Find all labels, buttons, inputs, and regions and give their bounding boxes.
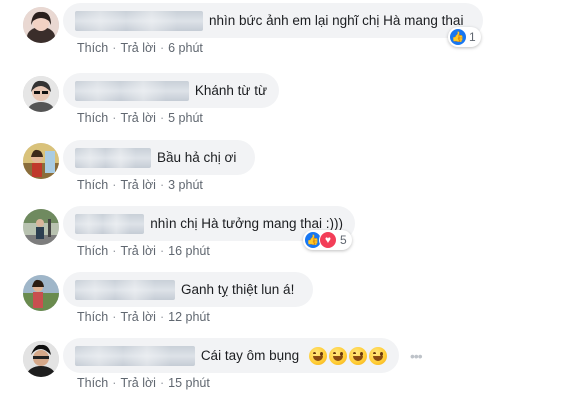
comment-actions: Thích · Trả lời · 5 phút: [77, 111, 203, 125]
comment-actions: Thích · Trả lời · 15 phút: [77, 376, 210, 390]
comment-actions: Thích · Trả lời · 3 phút: [77, 178, 203, 192]
timestamp[interactable]: 3 phút: [168, 178, 203, 192]
comment-bubble: Ganh tỵ thiệt lun á!: [63, 272, 313, 307]
comment-item: Ganh tỵ thiệt lun á! Thích · Trả lời · 12 ph…: [0, 272, 566, 338]
like-link[interactable]: Thích: [77, 310, 108, 324]
timestamp[interactable]: 6 phút: [168, 41, 203, 55]
comment-item: Bầu hả chị ơi Thích · Trả lời · 3 phút: [0, 140, 566, 206]
timestamp[interactable]: 15 phút: [168, 376, 210, 390]
commenter-name-blurred[interactable]: [75, 80, 189, 101]
reply-link[interactable]: Trả lời: [120, 178, 156, 192]
comment-text: Bầu hả chị ơi: [157, 150, 237, 165]
grinning-sweat-emoji: [309, 346, 328, 365]
timestamp[interactable]: 16 phút: [168, 244, 210, 258]
comment-bubble: Bầu hả chị ơi: [63, 140, 255, 175]
like-icon: 👍: [450, 29, 466, 45]
commenter-name-blurred[interactable]: [75, 345, 195, 366]
comment-bubble: Cái tay ôm bụng: [63, 338, 399, 373]
reaction-count: 1: [469, 30, 476, 44]
more-options-icon[interactable]: •••: [410, 348, 423, 364]
avatar-scenery-icon[interactable]: [23, 275, 59, 311]
comment-bubble: Khánh từ từ: [63, 73, 279, 108]
comment-actions: Thích · Trả lời · 16 phút: [77, 244, 210, 258]
comment-bubble: nhìn bức ảnh em lại nghĩ chị Hà mang tha…: [63, 3, 483, 38]
comment-item: Cái tay ôm bụng ••• Thích · Trả lời · 15 phú…: [0, 338, 566, 404]
reply-link[interactable]: Trả lời: [120, 310, 156, 324]
love-icon: ♥: [319, 231, 337, 249]
comment-item: nhìn bức ảnh em lại nghĩ chị Hà mang tha…: [0, 3, 566, 69]
like-link[interactable]: Thích: [77, 244, 108, 258]
reply-link[interactable]: Trả lời: [120, 41, 156, 55]
comment-text: Khánh từ từ: [194, 83, 267, 98]
like-link[interactable]: Thích: [77, 376, 108, 390]
commenter-name-blurred[interactable]: [75, 147, 151, 168]
commenter-name-blurred[interactable]: [75, 213, 145, 234]
timestamp[interactable]: 5 phút: [168, 111, 203, 125]
reaction-summary[interactable]: 👍 ♥ 5: [303, 230, 352, 250]
comment-text: nhìn chị Hà tưởng mang thai :))): [150, 216, 343, 231]
comment-text: nhìn bức ảnh em lại nghĩ chị Hà mang tha…: [209, 13, 464, 28]
comment-text: Cái tay ôm bụng: [200, 348, 300, 363]
comment-item: Khánh từ từ Thích · Trả lời · 5 phút: [0, 73, 566, 139]
avatar-man-icon[interactable]: [23, 341, 59, 377]
grinning-sweat-emoji: [349, 346, 368, 365]
reaction-count: 5: [340, 233, 347, 247]
like-link[interactable]: Thích: [77, 41, 108, 55]
grinning-sweat-emoji: [369, 346, 387, 365]
comment-actions: Thích · Trả lời · 6 phút: [77, 41, 203, 55]
reply-link[interactable]: Trả lời: [120, 244, 156, 258]
like-link[interactable]: Thích: [77, 178, 108, 192]
commenter-name-blurred[interactable]: [75, 279, 175, 300]
reaction-summary[interactable]: 👍 1: [448, 27, 481, 47]
avatar-street-icon[interactable]: [23, 209, 59, 245]
like-link[interactable]: Thích: [77, 111, 108, 125]
comment-actions: Thích · Trả lời · 12 phút: [77, 310, 210, 324]
commenter-name-blurred[interactable]: [75, 10, 203, 31]
avatar-outdoor-icon[interactable]: [23, 143, 59, 179]
comment-text: Ganh tỵ thiệt lun á!: [181, 282, 295, 297]
reply-link[interactable]: Trả lời: [120, 111, 156, 125]
comment-item: nhìn chị Hà tưởng mang thai :))) 👍 ♥ 5 T…: [0, 206, 566, 272]
timestamp[interactable]: 12 phút: [168, 310, 210, 324]
grinning-sweat-emoji: [329, 346, 348, 365]
avatar-woman-icon[interactable]: [23, 7, 59, 43]
reply-link[interactable]: Trả lời: [120, 376, 156, 390]
avatar-glasses-icon[interactable]: [23, 76, 59, 112]
